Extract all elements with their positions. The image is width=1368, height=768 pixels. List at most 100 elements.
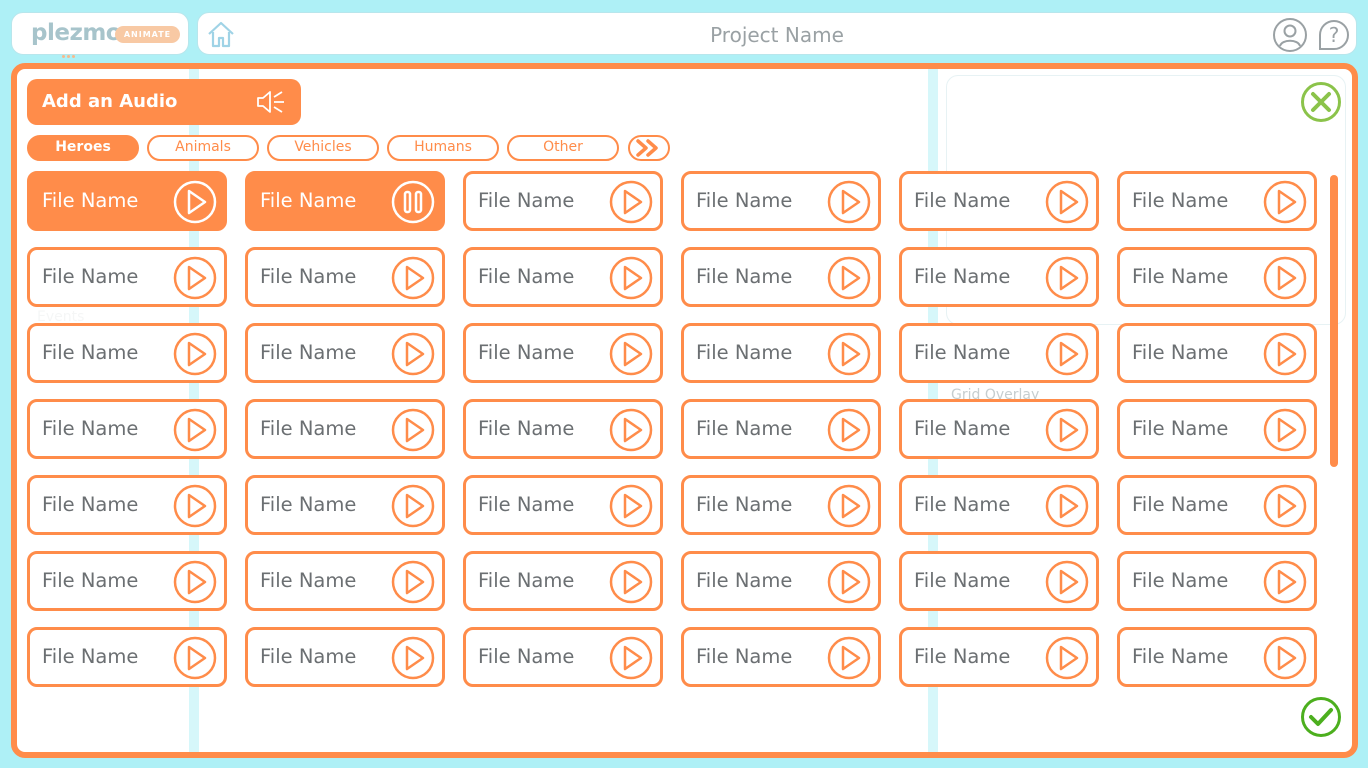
file-item[interactable]: File Name [899, 551, 1099, 611]
file-item[interactable]: File Name [463, 323, 663, 383]
tab-heroes[interactable]: Heroes [27, 135, 139, 161]
file-name-label: File Name [478, 417, 575, 440]
file-item[interactable]: File Name [27, 399, 227, 459]
play-icon[interactable] [1044, 407, 1090, 457]
close-icon[interactable] [1300, 81, 1342, 127]
file-item[interactable]: File Name [463, 475, 663, 535]
file-item[interactable]: File Name [1117, 247, 1317, 307]
file-item[interactable]: File Name [899, 627, 1099, 687]
file-item[interactable]: File Name [899, 171, 1099, 231]
help-icon[interactable]: ? [1316, 17, 1352, 57]
file-item[interactable]: File Name [899, 247, 1099, 307]
play-icon[interactable] [172, 331, 218, 381]
double-chevron-right-icon [636, 139, 658, 157]
play-icon[interactable] [390, 407, 436, 457]
tab-vehicles[interactable]: Vehicles [267, 135, 379, 161]
play-icon[interactable] [172, 255, 218, 305]
play-icon[interactable] [172, 179, 218, 229]
file-item[interactable]: File Name [899, 323, 1099, 383]
tab-humans[interactable]: Humans [387, 135, 499, 161]
file-item[interactable]: File Name [899, 475, 1099, 535]
file-item[interactable]: File Name [27, 171, 227, 231]
file-item[interactable]: File Name [27, 475, 227, 535]
play-icon[interactable] [1044, 483, 1090, 533]
play-icon[interactable] [826, 255, 872, 305]
play-icon[interactable] [608, 559, 654, 609]
tab-animals[interactable]: Animals [147, 135, 259, 161]
file-item[interactable]: File Name [681, 627, 881, 687]
check-icon[interactable] [1300, 696, 1342, 742]
play-icon[interactable] [826, 407, 872, 457]
play-icon[interactable] [608, 331, 654, 381]
play-icon[interactable] [1262, 331, 1308, 381]
tabs-more-button[interactable] [628, 135, 670, 161]
file-item[interactable]: File Name [245, 627, 445, 687]
play-icon[interactable] [390, 255, 436, 305]
play-icon[interactable] [1262, 179, 1308, 229]
play-icon[interactable] [172, 407, 218, 457]
play-icon[interactable] [172, 483, 218, 533]
file-item[interactable]: File Name [245, 247, 445, 307]
play-icon[interactable] [826, 483, 872, 533]
play-icon[interactable] [1044, 635, 1090, 685]
play-icon[interactable] [172, 635, 218, 685]
play-icon[interactable] [608, 483, 654, 533]
play-icon[interactable] [1262, 407, 1308, 457]
file-item[interactable]: File Name [463, 399, 663, 459]
play-icon[interactable] [390, 483, 436, 533]
file-item[interactable]: File Name [899, 399, 1099, 459]
file-item[interactable]: File Name [1117, 551, 1317, 611]
file-item[interactable]: File Name [463, 171, 663, 231]
file-item[interactable]: File Name [681, 475, 881, 535]
play-icon[interactable] [1044, 331, 1090, 381]
file-item[interactable]: File Name [463, 247, 663, 307]
file-item[interactable]: File Name [245, 475, 445, 535]
play-icon[interactable] [608, 179, 654, 229]
file-item[interactable]: File Name [27, 247, 227, 307]
play-icon[interactable] [1262, 635, 1308, 685]
user-icon[interactable] [1272, 17, 1308, 57]
play-icon[interactable] [172, 559, 218, 609]
play-icon[interactable] [1262, 255, 1308, 305]
file-item[interactable]: File Name [1117, 399, 1317, 459]
pause-icon[interactable] [390, 179, 436, 229]
file-item[interactable]: File Name [681, 323, 881, 383]
file-item[interactable]: File Name [245, 323, 445, 383]
play-icon[interactable] [1044, 559, 1090, 609]
file-item[interactable]: File Name [463, 627, 663, 687]
play-icon[interactable] [826, 559, 872, 609]
speaker-icon [255, 87, 287, 121]
file-item[interactable]: File Name [681, 171, 881, 231]
file-item[interactable]: File Name [681, 247, 881, 307]
play-icon[interactable] [1262, 559, 1308, 609]
play-icon[interactable] [608, 407, 654, 457]
play-icon[interactable] [826, 179, 872, 229]
play-icon[interactable] [390, 331, 436, 381]
file-item[interactable]: File Name [245, 551, 445, 611]
play-icon[interactable] [1044, 255, 1090, 305]
play-icon[interactable] [608, 255, 654, 305]
play-icon[interactable] [608, 635, 654, 685]
file-item[interactable]: File Name [27, 323, 227, 383]
file-item[interactable]: File Name [245, 171, 445, 231]
play-icon[interactable] [1262, 483, 1308, 533]
file-item[interactable]: File Name [1117, 627, 1317, 687]
play-icon[interactable] [390, 635, 436, 685]
play-icon[interactable] [826, 635, 872, 685]
file-name-label: File Name [478, 189, 575, 212]
file-item[interactable]: File Name [245, 399, 445, 459]
file-item[interactable]: File Name [1117, 475, 1317, 535]
play-icon[interactable] [390, 559, 436, 609]
play-icon[interactable] [1044, 179, 1090, 229]
scrollbar[interactable] [1330, 175, 1338, 467]
file-item[interactable]: File Name [681, 551, 881, 611]
file-item[interactable]: File Name [681, 399, 881, 459]
file-item[interactable]: File Name [1117, 323, 1317, 383]
play-icon[interactable] [826, 331, 872, 381]
tab-other[interactable]: Other [507, 135, 619, 161]
file-item[interactable]: File Name [1117, 171, 1317, 231]
file-item[interactable]: File Name [27, 551, 227, 611]
file-item[interactable]: File Name [463, 551, 663, 611]
file-item[interactable]: File Name [27, 627, 227, 687]
project-name[interactable]: Project Name [198, 23, 1356, 47]
